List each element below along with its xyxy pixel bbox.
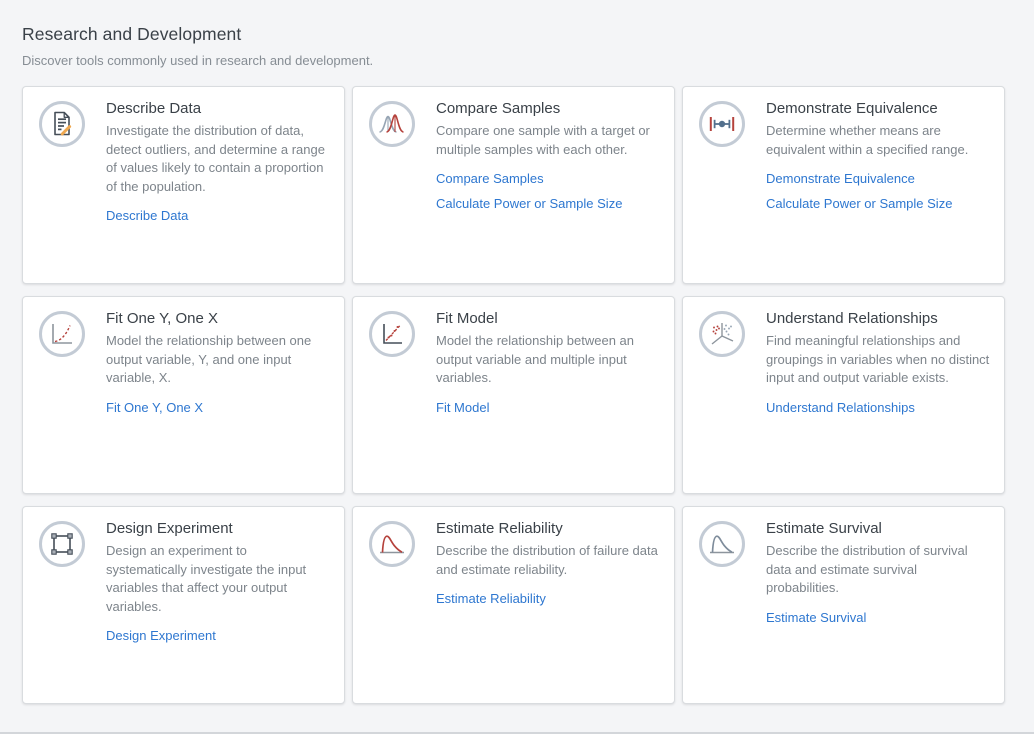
research-development-page: Research and Development Discover tools …	[0, 0, 1034, 704]
fit-one-y-one-x-icon	[39, 311, 85, 357]
tool-card: Fit One Y, One X Model the relationship …	[22, 296, 345, 494]
demonstrate-equivalence-icon	[699, 101, 745, 147]
card-links: Understand Relationships	[766, 400, 990, 415]
card-links: Fit Model	[436, 400, 660, 415]
tool-card: Understand Relationships Find meaningful…	[682, 296, 1005, 494]
describe-data-icon	[39, 101, 85, 147]
card-links: Design Experiment	[106, 628, 330, 643]
understand-relationships-icon	[699, 311, 745, 357]
card-links: Demonstrate Equivalence Calculate Power o…	[766, 171, 990, 211]
tool-card: Fit Model Model the relationship between…	[352, 296, 675, 494]
card-link[interactable]: Design Experiment	[106, 628, 216, 643]
card-description: Find meaningful relationships and groupi…	[766, 332, 990, 388]
card-title: Design Experiment	[106, 520, 330, 537]
card-title: Fit Model	[436, 310, 660, 327]
card-links: Estimate Survival	[766, 610, 990, 625]
fit-model-icon	[369, 311, 415, 357]
card-links: Compare Samples Calculate Power or Sample…	[436, 171, 660, 211]
card-link[interactable]: Compare Samples	[436, 171, 544, 186]
card-description: Describe the distribution of survival da…	[766, 542, 990, 598]
estimate-survival-icon	[699, 521, 745, 567]
card-link[interactable]: Estimate Survival	[766, 610, 866, 625]
tool-card: Compare Samples Compare one sample with …	[352, 86, 675, 284]
card-link[interactable]: Understand Relationships	[766, 400, 915, 415]
card-link[interactable]: Fit Model	[436, 400, 489, 415]
tool-card: Demonstrate Equivalence Determine whethe…	[682, 86, 1005, 284]
card-description: Model the relationship between one outpu…	[106, 332, 330, 388]
tool-card: Estimate Reliability Describe the distri…	[352, 506, 675, 704]
estimate-reliability-icon	[369, 521, 415, 567]
card-title: Estimate Reliability	[436, 520, 660, 537]
card-link[interactable]: Calculate Power or Sample Size	[436, 196, 622, 211]
card-description: Determine whether means are equivalent w…	[766, 122, 990, 159]
card-link[interactable]: Describe Data	[106, 208, 188, 223]
tool-card: Design Experiment Design an experiment t…	[22, 506, 345, 704]
card-links: Describe Data	[106, 208, 330, 223]
card-title: Understand Relationships	[766, 310, 990, 327]
card-title: Estimate Survival	[766, 520, 990, 537]
card-title: Fit One Y, One X	[106, 310, 330, 327]
card-links: Fit One Y, One X	[106, 400, 330, 415]
page-title: Research and Development	[22, 24, 1005, 45]
tool-card: Estimate Survival Describe the distribut…	[682, 506, 1005, 704]
tool-card: Describe Data Investigate the distributi…	[22, 86, 345, 284]
page-subtitle: Discover tools commonly used in research…	[22, 53, 1005, 68]
card-link[interactable]: Fit One Y, One X	[106, 400, 203, 415]
card-description: Compare one sample with a target or mult…	[436, 122, 660, 159]
card-description: Investigate the distribution of data, de…	[106, 122, 330, 196]
compare-samples-icon	[369, 101, 415, 147]
card-title: Describe Data	[106, 100, 330, 117]
card-title: Compare Samples	[436, 100, 660, 117]
card-description: Describe the distribution of failure dat…	[436, 542, 660, 579]
card-link[interactable]: Estimate Reliability	[436, 591, 546, 606]
card-grid: Describe Data Investigate the distributi…	[22, 86, 1005, 704]
card-link[interactable]: Calculate Power or Sample Size	[766, 196, 952, 211]
card-title: Demonstrate Equivalence	[766, 100, 990, 117]
card-description: Model the relationship between an output…	[436, 332, 660, 388]
design-experiment-icon	[39, 521, 85, 567]
card-description: Design an experiment to systematically i…	[106, 542, 330, 616]
card-links: Estimate Reliability	[436, 591, 660, 606]
card-link[interactable]: Demonstrate Equivalence	[766, 171, 915, 186]
